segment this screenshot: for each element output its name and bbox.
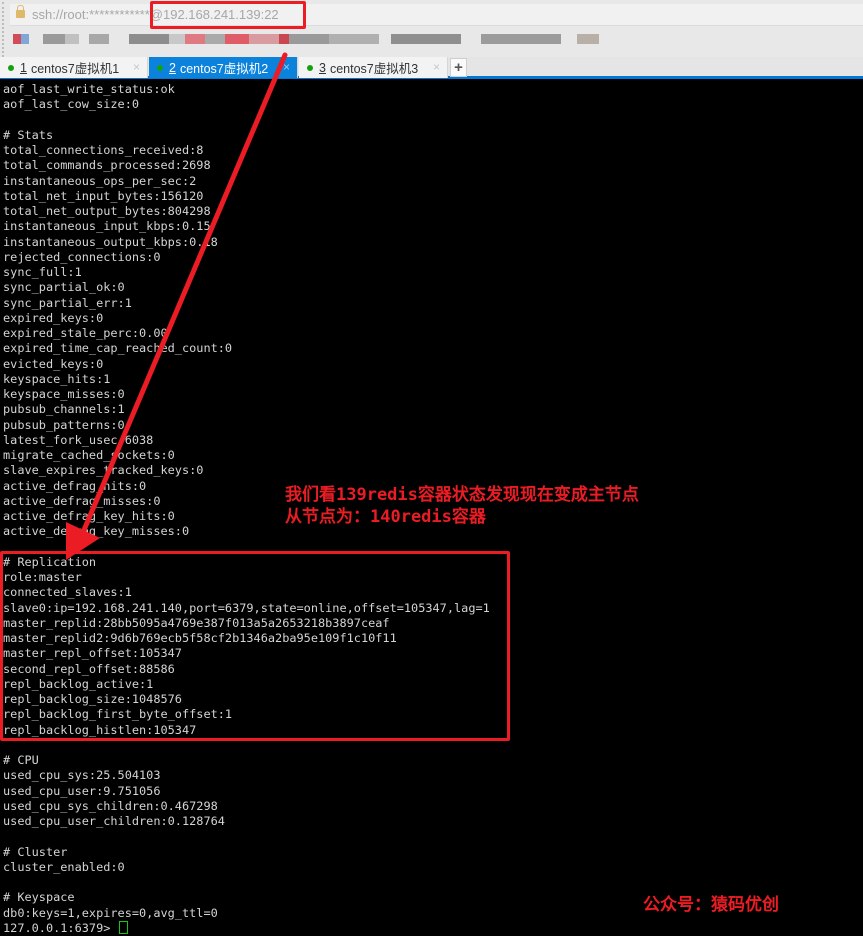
terminal-line: rejected_connections:0 <box>3 249 161 264</box>
terminal-line: expired_keys:0 <box>3 310 104 325</box>
terminal-line: # Stats <box>3 127 54 142</box>
terminal-line: instantaneous_ops_per_sec:2 <box>3 173 197 188</box>
terminal-line: migrate_cached_sockets:0 <box>3 448 175 462</box>
toolbar-area: ssh://root:************@192.168.241.139:… <box>0 0 863 59</box>
tab-session-1[interactable]: 1 centos7虚拟机1 × <box>0 57 148 78</box>
terminal-line: used_cpu_sys_children:0.467298 <box>3 798 218 813</box>
blurred-quick-connect-bar <box>13 32 599 50</box>
address-bar[interactable]: ssh://root:************@192.168.241.139:… <box>10 4 863 26</box>
connected-status-icon <box>8 64 14 71</box>
terminal-line: used_cpu_user:9.751056 <box>3 783 161 798</box>
terminal-line: keyspace_misses:0 <box>3 387 125 401</box>
terminal-line: total_net_output_bytes:804298 <box>3 204 211 218</box>
tab-label: centos7虚拟机2 <box>179 62 269 76</box>
tab-session-2[interactable]: 2 centos7虚拟机2 × <box>149 57 298 78</box>
terminal-line: pubsub_channels:1 <box>3 402 125 417</box>
tab-number: 1 <box>20 60 27 75</box>
terminal-line: # Cluster <box>3 844 68 859</box>
terminal-prompt-line[interactable]: 127.0.0.1:6379> <box>3 920 863 936</box>
close-icon[interactable]: × <box>433 60 440 74</box>
terminal-line: total_commands_processed:2698 <box>3 158 211 173</box>
terminal-line: slave_expires_tracked_keys:0 <box>3 463 204 478</box>
lock-icon <box>16 5 25 18</box>
tab-number: 3 <box>319 60 326 75</box>
close-icon[interactable]: × <box>283 60 290 74</box>
close-icon[interactable]: × <box>133 60 140 74</box>
new-tab-button[interactable]: + <box>450 58 467 77</box>
terminal-line: instantaneous_output_kbps:0.18 <box>3 234 218 249</box>
annotation-line-1: 我们看139redis容器状态发现现在变成主节点 <box>285 485 639 505</box>
terminal-line: evicted_keys:0 <box>3 356 104 371</box>
session-tab-bar: 1 centos7虚拟机1 × 2 centos7虚拟机2 × 3 centos… <box>0 57 863 79</box>
cursor-icon <box>118 920 128 934</box>
terminal-line: keyspace_hits:1 <box>3 371 111 386</box>
annotation-text: 我们看139redis容器状态发现现在变成主节点 从节点为：140redis容器 <box>285 484 639 528</box>
terminal-line: pubsub_patterns:0 <box>3 417 125 432</box>
terminal-line: sync_partial_err:1 <box>3 295 132 310</box>
replication-highlight-box <box>0 551 510 741</box>
terminal-line: instantaneous_input_kbps:0.15 <box>3 219 211 234</box>
terminal-line: expired_stale_perc:0.00 <box>3 326 168 340</box>
tab-session-3[interactable]: 3 centos7虚拟机3 × <box>299 57 448 78</box>
terminal-line: sync_full:1 <box>3 265 82 279</box>
terminal-line: sync_partial_ok:0 <box>3 280 125 295</box>
terminal-prompt: 127.0.0.1:6379> <box>3 920 118 935</box>
terminal-line: aof_last_cow_size:0 <box>3 97 140 112</box>
annotation-line-2: 从节点为：140redis容器 <box>285 507 486 527</box>
toolbar-grip[interactable] <box>2 2 5 57</box>
address-highlight-box <box>150 1 306 29</box>
terminal-line: aof_last_write_status:ok <box>3 82 175 96</box>
terminal-line: total_connections_received:8 <box>3 143 204 157</box>
connected-status-icon <box>307 64 313 71</box>
terminal-line: # CPU <box>3 753 39 767</box>
terminal-line: used_cpu_sys:25.504103 <box>3 768 161 783</box>
watermark-signature: 公众号：猿码优创 <box>643 895 779 915</box>
tab-label: centos7虚拟机3 <box>329 62 419 76</box>
tab-label: centos7虚拟机1 <box>30 62 120 76</box>
terminal-line: total_net_input_bytes:156120 <box>3 188 204 203</box>
terminal-line: used_cpu_user_children:0.128764 <box>3 814 225 828</box>
terminal-line: latest_fork_usec:6038 <box>3 432 154 447</box>
terminal-line: expired_time_cap_reached_count:0 <box>3 341 233 356</box>
tab-number: 2 <box>169 60 176 75</box>
connected-status-icon <box>157 64 163 71</box>
terminal-line: cluster_enabled:0 <box>3 859 125 874</box>
